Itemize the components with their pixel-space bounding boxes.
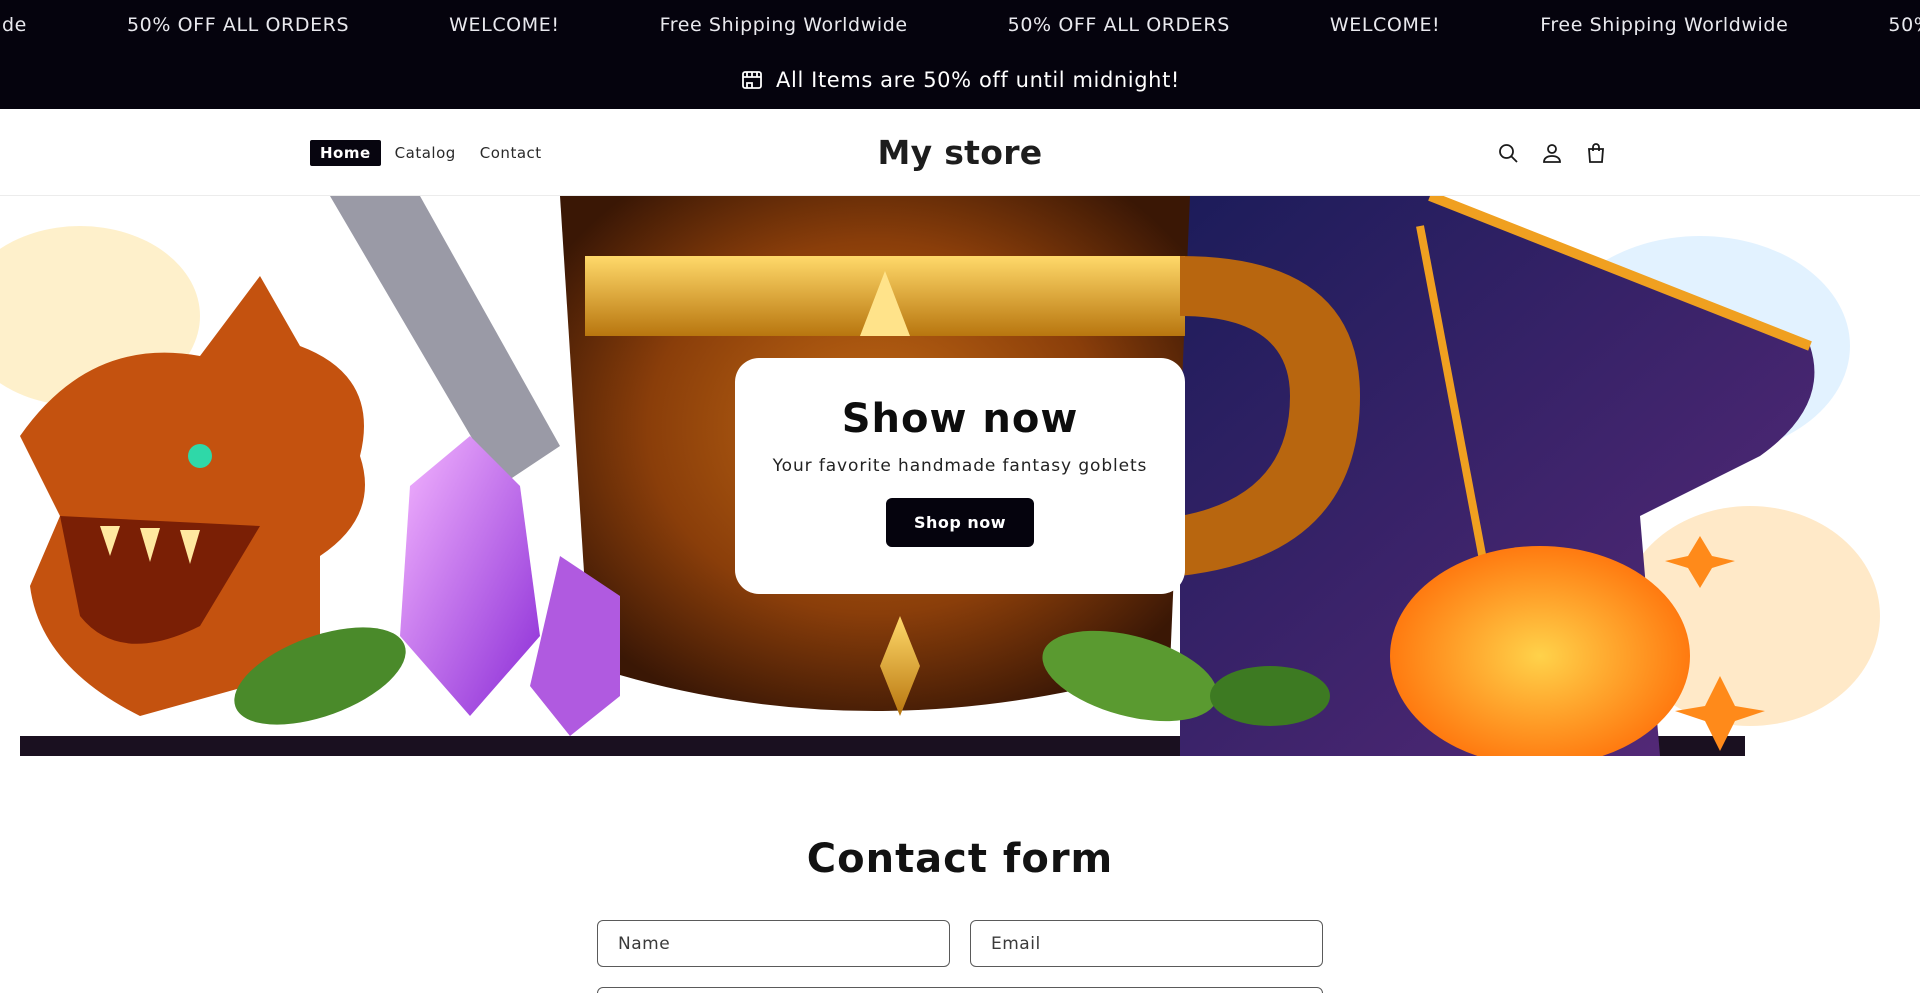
contact-form-title: Contact form xyxy=(806,836,1114,882)
nav-home[interactable]: Home xyxy=(310,139,381,166)
nav-catalog[interactable]: Catalog xyxy=(385,140,466,166)
search-icon[interactable] xyxy=(1496,141,1520,165)
marquee-track: de 50% OFF ALL ORDERS WELCOME! Free Ship… xyxy=(0,0,1920,50)
main-nav: Home Catalog Contact xyxy=(310,109,556,196)
header-icons xyxy=(1496,109,1608,196)
hero-title: Show now xyxy=(841,396,1079,442)
name-field[interactable] xyxy=(597,920,950,967)
marquee-item: de xyxy=(2,14,27,36)
nav-contact[interactable]: Contact xyxy=(470,140,552,166)
cart-icon[interactable] xyxy=(1584,141,1608,165)
marquee-item: Free Shipping Worldwide xyxy=(659,14,908,36)
announcement-bar: All Items are 50% off until midnight! xyxy=(0,50,1920,109)
marquee-item: WELCOME! xyxy=(449,14,560,36)
shop-now-button[interactable]: Shop now xyxy=(886,498,1034,547)
marquee-item: WELCOME! xyxy=(1329,14,1441,36)
marquee-item: 50% OFF ALL ORDERS xyxy=(126,14,350,36)
logo-container: My store xyxy=(0,109,1920,196)
phone-field[interactable] xyxy=(597,987,1323,993)
email-field[interactable] xyxy=(970,920,1323,967)
site-header: Home Catalog Contact My store xyxy=(0,109,1920,196)
store-icon xyxy=(740,68,764,92)
store-logo[interactable]: My store xyxy=(878,133,1043,172)
marquee-bar: de 50% OFF ALL ORDERS WELCOME! Free Ship… xyxy=(0,0,1920,50)
hero-banner: Show now Your favorite handmade fantasy … xyxy=(0,196,1920,756)
account-icon[interactable] xyxy=(1540,141,1564,165)
marquee-item: 50% OFF ALL ORDERS xyxy=(1007,14,1230,36)
hero-subtitle: Your favorite handmade fantasy goblets xyxy=(772,456,1148,476)
marquee-item: Free Shipping Worldwide xyxy=(1540,14,1789,36)
hero-card: Show now Your favorite handmade fantasy … xyxy=(735,358,1185,594)
marquee-item: 50% OFF ALL xyxy=(1888,14,1920,36)
announcement-text: All Items are 50% off until midnight! xyxy=(776,67,1180,92)
